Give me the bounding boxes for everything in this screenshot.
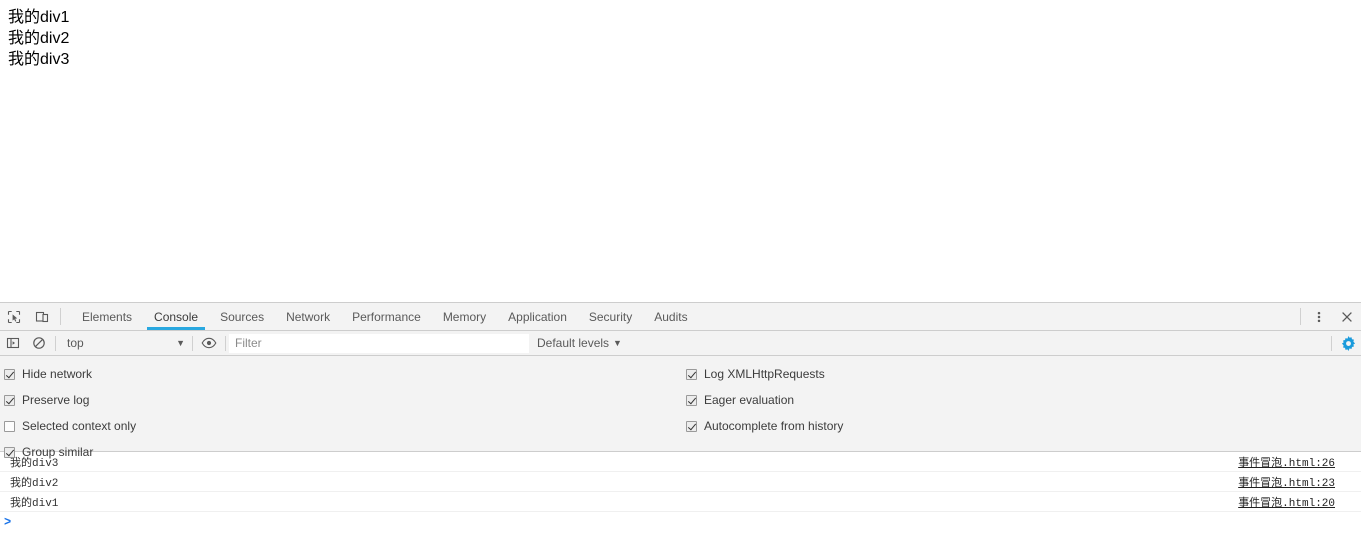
setting-log-xmlhttprequests[interactable]: Log XMLHttpRequests: [686, 361, 843, 387]
toolbar-divider: [60, 308, 61, 325]
setting-selected-context-only[interactable]: Selected context only: [4, 413, 136, 439]
console-message-list: 我的div3 事件冒泡.html:26 我的div2 事件冒泡.html:23 …: [0, 452, 1361, 532]
setting-label-autocomplete-from-history: Autocomplete from history: [704, 419, 844, 433]
device-toolbar-icon[interactable]: [28, 303, 56, 330]
log-levels-dropdown[interactable]: Default levels ▼: [529, 334, 630, 353]
tab-sources[interactable]: Sources: [209, 303, 275, 330]
console-message-text: 我的div2: [10, 477, 59, 490]
setting-label-preserve-log: Preserve log: [22, 393, 90, 407]
console-message-text: 我的div3: [10, 457, 59, 470]
tab-performance[interactable]: Performance: [341, 303, 432, 330]
page-div-2: 我的div2: [8, 29, 70, 47]
console-settings-right-column: Log XMLHttpRequests Eager evaluation Aut…: [686, 361, 843, 439]
tab-elements[interactable]: Elements: [71, 303, 143, 330]
checkbox-log-xmlhttprequests[interactable]: [686, 368, 697, 380]
chevron-down-icon: ▼: [176, 338, 185, 348]
execution-context-dropdown[interactable]: top ▼: [59, 334, 189, 353]
tab-application[interactable]: Application: [497, 303, 578, 330]
devtools-tab-list: Elements Console Sources Network Perform…: [71, 303, 1296, 330]
chevron-down-icon-levels: ▼: [613, 338, 622, 348]
checkbox-selected-context-only[interactable]: [4, 420, 15, 432]
console-filter-input[interactable]: [229, 333, 529, 353]
setting-label-selected-context-only: Selected context only: [22, 419, 137, 433]
table-row[interactable]: 我的div1 事件冒泡.html:20: [0, 492, 1361, 512]
create-live-expression-icon[interactable]: [196, 331, 222, 356]
setting-hide-network[interactable]: Hide network: [4, 361, 136, 387]
setting-label-hide-network: Hide network: [22, 367, 93, 381]
console-message-source-link[interactable]: 事件冒泡.html:26: [1238, 454, 1357, 470]
console-toolbar: top ▼ Default levels ▼: [0, 331, 1361, 356]
console-toolbar-divider-4: [1331, 335, 1332, 351]
toolbar-divider-right: [1300, 308, 1301, 325]
checkbox-hide-network[interactable]: [4, 368, 15, 380]
console-prompt[interactable]: >: [0, 512, 1361, 532]
tab-network[interactable]: Network: [275, 303, 341, 330]
console-sidebar-icon[interactable]: [0, 331, 26, 356]
tab-security[interactable]: Security: [578, 303, 643, 330]
clear-console-icon[interactable]: [26, 331, 52, 356]
checkbox-group-similar[interactable]: [4, 446, 15, 458]
prompt-chevron-icon: >: [4, 514, 12, 530]
tab-audits[interactable]: Audits: [643, 303, 698, 330]
setting-preserve-log[interactable]: Preserve log: [4, 387, 136, 413]
settings-gear-icon[interactable]: [1335, 331, 1361, 356]
page-div-3: 我的div3: [8, 50, 70, 68]
console-message-text: 我的div1: [10, 497, 59, 510]
setting-label-log-xmlhttprequests: Log XMLHttpRequests: [704, 367, 825, 381]
tabbar-right-actions: [1296, 303, 1361, 330]
setting-label-eager-evaluation: Eager evaluation: [704, 393, 795, 407]
console-toolbar-divider-3: [225, 335, 226, 351]
execution-context-label: top: [67, 336, 84, 350]
setting-autocomplete-from-history[interactable]: Autocomplete from history: [686, 413, 843, 439]
devtools-tabbar: Elements Console Sources Network Perform…: [0, 303, 1361, 331]
page-div-stack: 我的div1 我的div2 我的div3: [0, 0, 1361, 70]
close-icon[interactable]: [1333, 303, 1361, 330]
tab-memory[interactable]: Memory: [432, 303, 497, 330]
console-toolbar-divider-1: [55, 335, 56, 351]
setting-group-similar[interactable]: Group similar: [4, 439, 136, 465]
checkbox-autocomplete-from-history[interactable]: [686, 420, 697, 432]
console-message-source-link[interactable]: 事件冒泡.html:20: [1238, 494, 1357, 510]
web-page-viewport: 我的div1 我的div2 我的div3: [0, 0, 1361, 302]
table-row[interactable]: 我的div3 事件冒泡.html:26: [0, 452, 1361, 472]
log-levels-label: Default levels: [537, 336, 610, 350]
console-settings-left-column: Hide network Preserve log Selected conte…: [4, 361, 136, 465]
tab-console[interactable]: Console: [143, 303, 209, 330]
setting-eager-evaluation[interactable]: Eager evaluation: [686, 387, 843, 413]
console-message-source-link[interactable]: 事件冒泡.html:23: [1238, 474, 1357, 490]
inspect-element-icon[interactable]: [0, 303, 28, 330]
devtools-panel: Elements Console Sources Network Perform…: [0, 302, 1361, 548]
console-toolbar-divider-2: [192, 335, 193, 351]
setting-label-group-similar: Group similar: [22, 445, 94, 459]
more-options-icon[interactable]: [1305, 303, 1333, 330]
table-row[interactable]: 我的div2 事件冒泡.html:23: [0, 472, 1361, 492]
console-settings-pane: Hide network Preserve log Selected conte…: [0, 356, 1361, 459]
checkbox-preserve-log[interactable]: [4, 394, 15, 406]
checkbox-eager-evaluation[interactable]: [686, 394, 697, 406]
page-div-1: 我的div1: [8, 9, 70, 26]
